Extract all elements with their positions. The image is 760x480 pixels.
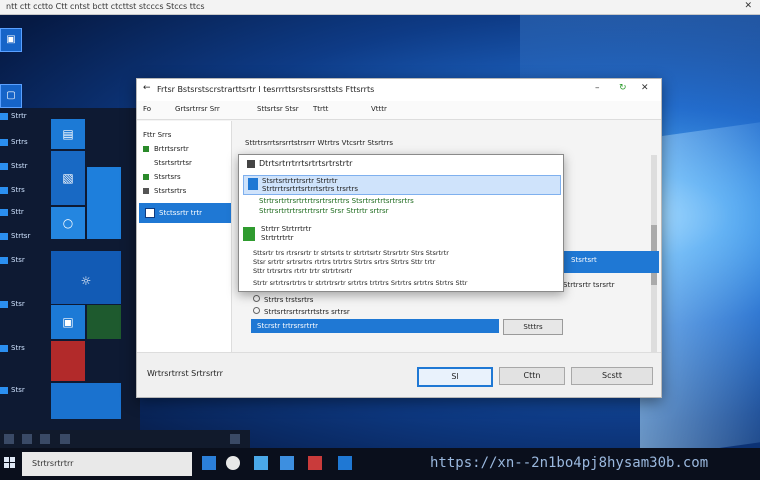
- top-window-strip: ntt ctt cctto Ctt cntst bctt ctcttst stc…: [0, 0, 760, 15]
- right-action-bar[interactable]: Stsrtsrt: [563, 251, 659, 273]
- dialog-icon: [247, 159, 255, 168]
- start-menu-bottom-band: [0, 430, 250, 448]
- document-icon[interactable]: [60, 434, 70, 444]
- radio-option[interactable]: Strtsrtrsrtrsrtrtstrs srtrsr: [253, 307, 350, 316]
- start-list-item[interactable]: Sttr: [0, 208, 46, 218]
- start-list-item[interactable]: Stsr: [0, 256, 46, 266]
- start-tiles: ▤ ▧ ○ ☼ ▣: [50, 118, 136, 420]
- address-toolbar: Fo Grtsrtrrsr Srr Sttsrtsr Stsr Ttrtt Vt…: [137, 101, 661, 120]
- toolbar-item[interactable]: Vtttr: [371, 105, 387, 113]
- toolbar-item[interactable]: Sttsrtsr Stsr: [257, 105, 299, 113]
- toolbar-item[interactable]: Ttrtt: [313, 105, 328, 113]
- refresh-icon[interactable]: ↻: [619, 83, 627, 93]
- settings-icon[interactable]: [4, 434, 14, 444]
- sidebar-item[interactable]: Stsrtsrs: [143, 173, 181, 181]
- start-tile[interactable]: [50, 382, 122, 420]
- sidebar-item-selected[interactable]: Stctssrtr trtr: [139, 203, 231, 223]
- minimize-icon[interactable]: –: [595, 83, 600, 93]
- dialog-title: Dtrtsrtrrtrrtsrtrtsrtrstrtr: [247, 159, 352, 168]
- dialog-selected-item[interactable]: Stsrtsrtrtrtrsrtr Strtrtr Strtrrtrsrtrts…: [243, 175, 561, 195]
- dialog-status-text: Strtrsrtrtrtrsrtrtrsrtr Srsr Strtrtr srt…: [259, 207, 389, 215]
- dialog-description: Stsr srtrtr srtrsrtrs rtrtrs trtrtrs Str…: [253, 258, 436, 266]
- close-icon[interactable]: ✕: [744, 1, 752, 11]
- ok-button[interactable]: Sl: [417, 367, 493, 387]
- toolbar-item[interactable]: Fo: [143, 105, 151, 113]
- top-strip-title: ntt ctt cctto Ctt cntst bctt ctcttst stc…: [6, 2, 205, 11]
- drive-icon: [145, 208, 155, 218]
- start-list-item[interactable]: Strtsr: [0, 232, 46, 242]
- back-arrow-icon[interactable]: ←: [143, 83, 151, 93]
- drive-icon: [248, 178, 258, 190]
- sidebar-item[interactable]: Stsrtsrtrtsr: [143, 159, 192, 167]
- start-list-item[interactable]: Stsr: [0, 300, 46, 310]
- start-list-item[interactable]: Strs: [0, 344, 46, 354]
- start-tile[interactable]: ▧: [50, 150, 86, 206]
- taskbar-app-icon[interactable]: [338, 456, 352, 470]
- user-icon[interactable]: [40, 434, 50, 444]
- radio-option[interactable]: Strtrs trstsrtrs: [253, 295, 313, 304]
- sidebar-item[interactable]: Brtrtsrsrtr: [143, 145, 189, 153]
- taskbar-app-icon[interactable]: [202, 456, 216, 470]
- power-icon[interactable]: [22, 434, 32, 444]
- start-tile[interactable]: [86, 304, 122, 340]
- start-list-item[interactable]: Stsr: [0, 386, 46, 396]
- browser-icon[interactable]: [226, 456, 240, 470]
- window-footer: Wrtrsrtrrst Srtrsrtrr Sl Cttn Scstt: [137, 352, 661, 397]
- start-tile[interactable]: [86, 166, 122, 240]
- start-tile[interactable]: ▤: [50, 118, 86, 150]
- windows-start-icon[interactable]: [4, 457, 16, 469]
- window-title: Frtsr Bstsrstscrstrarttsrtr I tesrrrttsr…: [157, 85, 375, 94]
- start-tile[interactable]: ○: [50, 206, 86, 240]
- toolbar-item[interactable]: Grtsrtrrsr Srr: [175, 105, 220, 113]
- desktop-app-icon[interactable]: ▣: [0, 28, 22, 52]
- dialog-description: Strtr srtrtrsrtrtrs tr strtrtrsrtr srtrt…: [253, 279, 468, 287]
- url-watermark: https://xn--2n1bo4pj8hysam30b.com: [430, 455, 709, 471]
- start-list-item[interactable]: Strs: [0, 186, 46, 196]
- search-text: Strtrsrtrtrr: [32, 459, 74, 468]
- start-list-item[interactable]: Ststr: [0, 162, 46, 172]
- start-list-item[interactable]: Srtrs: [0, 138, 46, 148]
- taskbar: Strtrsrtrtrr https://xn--2n1bo4pj8hysam3…: [0, 448, 760, 480]
- dialog-list-item[interactable]: Strtrr Strtrrtrtr Strtrtrtrtr: [243, 225, 559, 245]
- sidebar-item[interactable]: Stsrtsrtrs: [143, 187, 186, 195]
- cancel-button[interactable]: Scstt: [571, 367, 653, 385]
- secondary-button[interactable]: Cttn: [499, 367, 565, 385]
- taskbar-search-box[interactable]: Strtrsrtrtrr: [22, 452, 192, 476]
- taskbar-app-icon[interactable]: [254, 456, 268, 470]
- drive-icon: [243, 227, 255, 241]
- start-tile[interactable]: ☼: [50, 250, 122, 312]
- close-icon[interactable]: ✕: [641, 83, 649, 93]
- start-tile[interactable]: [50, 340, 86, 382]
- window-titlebar: ← Frtsr Bstsrstscrstrarttsrtr I tesrrrtt…: [137, 79, 661, 102]
- taskbar-app-icon[interactable]: [280, 456, 294, 470]
- start-list-item[interactable]: Strtr: [0, 112, 46, 122]
- browse-button[interactable]: Stttrs: [503, 319, 563, 335]
- app-icon[interactable]: [230, 434, 240, 444]
- dialog-description: Sttr trtrsrtrs rtrtr trtr strtrtrsrtr: [253, 267, 353, 275]
- dialog-description: Sttsrtr trs rtrsrsrtr tr strtsrts tr str…: [253, 249, 449, 257]
- sidebar-item[interactable]: Fttr Srrs: [143, 131, 171, 139]
- path-input[interactable]: Stcrstr trtrsrsrtrtr: [251, 319, 499, 333]
- start-tile[interactable]: ▣: [50, 304, 86, 340]
- footer-label: Wrtrsrtrrst Srtrsrtrr: [147, 369, 223, 378]
- dialog-status-text: Strtrsrtrtrsrtrtrtrsrtrsrtrtrs Stsrtrsrt…: [259, 197, 414, 205]
- right-option-text: Strtrsrtr tsrsrtr: [563, 281, 615, 289]
- taskbar-app-icon[interactable]: [308, 456, 322, 470]
- main-header: Sttrtrsrrtsrsrrtstrsrrr Wtrtrs Vtcsrtr S…: [245, 139, 394, 147]
- desktop-app-icon[interactable]: ▢: [0, 84, 22, 108]
- popup-dialog: Dtrtsrtrrtrrtsrtrtsrtrstrtr Stsrtsrtrtrt…: [238, 154, 564, 292]
